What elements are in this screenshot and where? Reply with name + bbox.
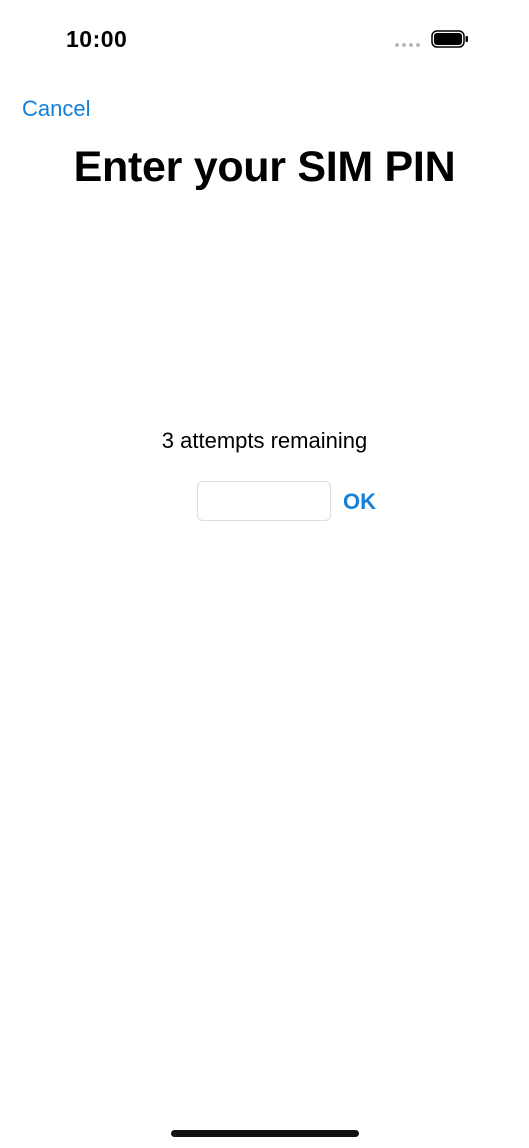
signal-icon xyxy=(395,43,423,47)
home-indicator[interactable] xyxy=(171,1130,359,1137)
ok-button[interactable]: OK xyxy=(343,489,376,515)
cancel-button[interactable]: Cancel xyxy=(22,96,90,122)
page-title: Enter your SIM PIN xyxy=(73,143,456,191)
sim-pin-input[interactable] xyxy=(197,481,331,521)
status-bar: 10:00 xyxy=(0,0,529,80)
status-time: 10:00 xyxy=(66,26,128,52)
battery-icon xyxy=(431,30,468,48)
attempts-remaining-text: 3 attempts remaining xyxy=(161,428,368,453)
